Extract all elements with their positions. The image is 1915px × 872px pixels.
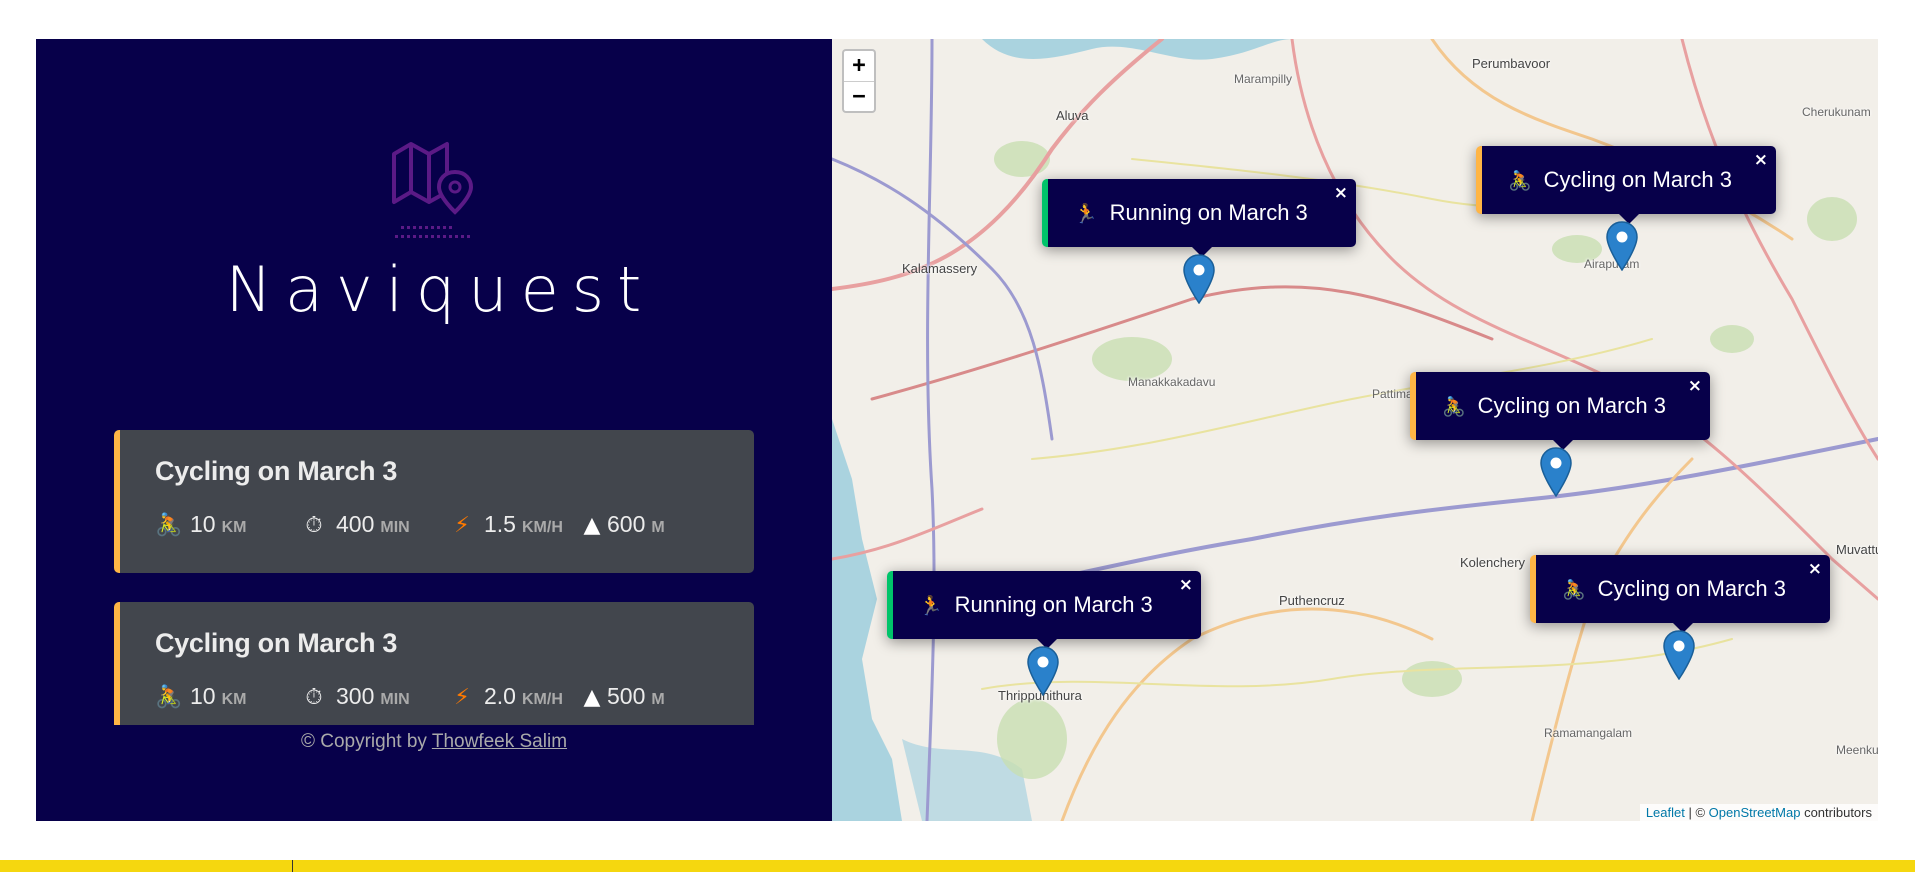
map-label: Aluva xyxy=(1056,108,1089,123)
attribution-suffix: contributors xyxy=(1800,805,1872,820)
speed-unit: KM/H xyxy=(521,519,563,536)
workout-card[interactable]: Cycling on March 3 🚴 10 KM ⏱ 300 MIN ⚡ 2… xyxy=(114,602,754,725)
elevation-value: 500 xyxy=(607,683,646,709)
logo: Naviquest xyxy=(36,134,832,326)
workout-details: 🚴 10 KM ⏱ 400 MIN ⚡ 1.5 KM/H ▲ 600 M xyxy=(155,511,754,538)
map-label: Cherukunam xyxy=(1802,105,1871,119)
lightning-icon: ⚡ xyxy=(454,685,470,710)
duration-unit: MIN xyxy=(380,519,410,536)
brand-name: Naviquest xyxy=(225,253,655,326)
distance-unit: KM xyxy=(221,519,247,536)
distance-unit: KM xyxy=(221,691,247,708)
map-label: Manakkakadavu xyxy=(1128,375,1216,389)
lightning-icon: ⚡ xyxy=(454,513,470,538)
map-label: Muvattupuzha xyxy=(1836,542,1878,557)
popup-text: Cycling on March 3 xyxy=(1597,576,1786,601)
duration-value: 300 xyxy=(336,683,375,709)
leaflet-link[interactable]: Leaflet xyxy=(1646,805,1685,820)
map-marker-icon[interactable] xyxy=(1027,646,1059,696)
cyclist-icon: 🚴 xyxy=(1508,169,1532,192)
speed-unit: KM/H xyxy=(521,691,563,708)
distance-value: 10 xyxy=(190,683,216,709)
distance-value: 10 xyxy=(190,511,216,537)
map-label: Kolenchery xyxy=(1460,555,1526,570)
elevation-unit: M xyxy=(651,691,665,708)
popup-text: Running on March 3 xyxy=(954,592,1153,617)
workout-title: Cycling on March 3 xyxy=(155,628,398,658)
workout-popup[interactable]: 🚴 Cycling on March 3 × xyxy=(1476,146,1776,224)
close-icon[interactable]: × xyxy=(1179,575,1193,595)
close-icon[interactable]: × xyxy=(1808,559,1822,579)
close-icon[interactable]: × xyxy=(1754,150,1768,170)
workout-popup[interactable]: 🏃 Running on March 3 × xyxy=(1042,179,1356,257)
workout-details: 🚴 10 KM ⏱ 300 MIN ⚡ 2.0 KM/H ▲ 500 M xyxy=(155,683,754,710)
workout-speed: ⚡ 2.0 KM/H xyxy=(449,683,569,710)
runner-icon: 🏃 xyxy=(1074,202,1098,225)
stopwatch-icon: ⏱ xyxy=(305,513,323,538)
duration-unit: MIN xyxy=(380,691,410,708)
mountain-icon: ▲ xyxy=(583,513,601,538)
cyclist-icon: 🚴 xyxy=(155,685,183,710)
copyright-footer: © Copyright by Thowfeek Salim xyxy=(36,731,832,753)
bottom-bar xyxy=(0,860,1915,872)
popup-text: Cycling on March 3 xyxy=(1477,393,1666,418)
workout-elevation: ▲ 500 M xyxy=(579,683,665,710)
workout-elevation: ▲ 600 M xyxy=(579,511,665,538)
stopwatch-icon: ⏱ xyxy=(305,685,323,710)
map-label: Ramamangalam xyxy=(1544,726,1633,740)
zoom-out-button[interactable]: − xyxy=(844,81,874,111)
zoom-in-button[interactable]: + xyxy=(844,51,874,81)
workout-popup[interactable]: 🚴 Cycling on March 3 × xyxy=(1530,555,1830,633)
workout-title: Cycling on March 3 xyxy=(155,456,398,486)
workout-popup[interactable]: 🚴 Cycling on March 3 × xyxy=(1410,372,1710,450)
copyright-text: © Copyright by xyxy=(300,731,427,752)
workout-distance: 🚴 10 KM xyxy=(155,511,273,538)
mountain-icon: ▲ xyxy=(583,685,601,710)
map-marker-icon[interactable] xyxy=(1540,447,1572,497)
app-container: Naviquest Cycling on March 3 🚴 10 KM ⏱ 4… xyxy=(36,39,1878,821)
workout-distance: 🚴 10 KM xyxy=(155,683,273,710)
workout-duration: ⏱ 300 MIN xyxy=(301,683,429,710)
elevation-unit: M xyxy=(651,519,665,536)
close-icon[interactable]: × xyxy=(1334,183,1348,203)
workout-duration: ⏱ 400 MIN xyxy=(301,511,429,538)
elevation-value: 600 xyxy=(607,511,646,537)
duration-value: 400 xyxy=(336,511,375,537)
popup-text: Cycling on March 3 xyxy=(1543,167,1732,192)
speed-value: 2.0 xyxy=(484,683,516,709)
zoom-control: + − xyxy=(842,49,876,113)
map-attribution: Leaflet | © OpenStreetMap contributors xyxy=(1639,804,1878,821)
attribution-separator: | © xyxy=(1684,805,1709,820)
map-marker-icon[interactable] xyxy=(1606,221,1638,271)
map-label: Puthencruz xyxy=(1279,593,1345,608)
cyclist-icon: 🚴 xyxy=(155,513,183,538)
author-link[interactable]: Thowfeek Salim xyxy=(432,731,567,752)
osm-link[interactable]: OpenStreetMap xyxy=(1709,805,1801,820)
cyclist-icon: 🚴 xyxy=(1442,395,1466,418)
map-label: Marampilly xyxy=(1234,72,1293,86)
map-marker-icon[interactable] xyxy=(1183,254,1215,304)
map[interactable]: + − Aluva Marampilly Perumbavoor Cheruku… xyxy=(832,39,1878,821)
map-label: Perumbavoor xyxy=(1472,56,1551,71)
bottom-divider xyxy=(292,860,293,872)
runner-icon: 🏃 xyxy=(919,594,943,617)
workout-speed: ⚡ 1.5 KM/H xyxy=(449,511,569,538)
workout-card[interactable]: Cycling on March 3 🚴 10 KM ⏱ 400 MIN ⚡ 1… xyxy=(114,430,754,573)
speed-value: 1.5 xyxy=(484,511,516,537)
popup-text: Running on March 3 xyxy=(1109,200,1308,225)
map-label: Kalamassery xyxy=(902,261,978,276)
map-pin-logo-icon xyxy=(392,142,474,238)
sidebar: Naviquest Cycling on March 3 🚴 10 KM ⏱ 4… xyxy=(36,39,832,821)
cyclist-icon: 🚴 xyxy=(1562,578,1586,601)
close-icon[interactable]: × xyxy=(1688,376,1702,396)
workout-list[interactable]: Cycling on March 3 🚴 10 KM ⏱ 400 MIN ⚡ 1… xyxy=(114,430,754,725)
workout-popup[interactable]: 🏃 Running on March 3 × xyxy=(887,571,1201,649)
map-label: Meenkunnam xyxy=(1836,743,1878,757)
map-marker-icon[interactable] xyxy=(1663,630,1695,680)
